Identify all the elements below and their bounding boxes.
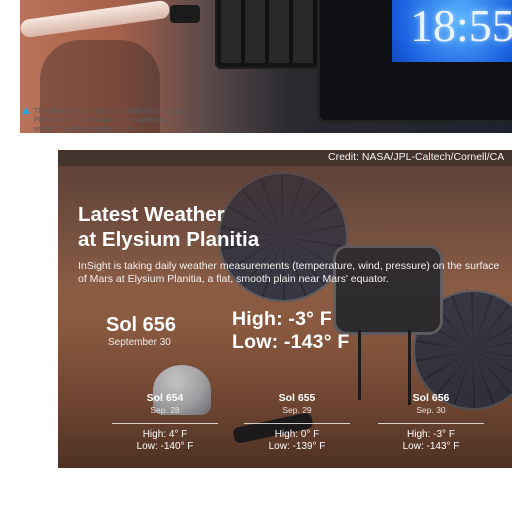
- current-high: High: -3° F: [232, 308, 332, 330]
- sol-card-date: Sep. 29: [282, 405, 312, 415]
- sol-card-sol: Sol 655: [278, 392, 316, 404]
- weather-title: Latest Weather at Elysium Planitia: [78, 202, 338, 252]
- raspberry-pi-display: 18:55: [320, 0, 512, 120]
- current-sol: Sol 656: [106, 314, 177, 336]
- keyboard: [215, 0, 325, 69]
- sol-card-low: Low: -143° F: [402, 441, 460, 452]
- caption-text: The Mars Clock project is adapted from c…: [34, 106, 184, 133]
- sol-card-sol: Sol 654: [146, 392, 184, 404]
- divider: [378, 423, 484, 424]
- sol-card: Sol 654 Sep. 28 High: 4° F Low: -140° F: [106, 392, 224, 453]
- current-low: Low: -143° F: [232, 331, 350, 353]
- sol-card-date: Sep. 30: [416, 405, 446, 415]
- current-date: September 30: [108, 337, 171, 348]
- sol-card-high: High: 0° F: [274, 429, 320, 440]
- sol-card-high: High: -3° F: [407, 429, 455, 440]
- title-line-2: at Elysium Planitia: [78, 228, 260, 251]
- title-line-1: Latest Weather: [78, 203, 225, 226]
- weather-panel: Credit: NASA/JPL-Caltech/Cornell/CA Late…: [58, 150, 512, 468]
- sol-card-sol: Sol 656: [412, 392, 450, 404]
- sol-card: Sol 656 Sep. 30 High: -3° F Low: -143° F: [372, 392, 490, 453]
- caption-triangle-icon: [22, 107, 30, 114]
- divider: [244, 423, 350, 424]
- clock-display: 18:55: [392, 0, 512, 62]
- sol-card: Sol 655 Sep. 29 High: 0° F Low: -139° F: [238, 392, 356, 453]
- mouse: [170, 5, 200, 23]
- weather-description: InSight is taking daily weather measurem…: [78, 260, 500, 285]
- photo-caption: The Mars Clock project is adapted from c…: [22, 106, 197, 133]
- sol-card-low: Low: -140° F: [136, 441, 194, 452]
- sol-card-date: Sep. 28: [150, 405, 180, 415]
- sol-card-high: High: 4° F: [142, 429, 188, 440]
- image-credit: Credit: NASA/JPL-Caltech/Cornell/CA: [328, 151, 505, 163]
- divider: [112, 423, 218, 424]
- cable: [20, 0, 171, 39]
- sol-card-low: Low: -139° F: [268, 441, 326, 452]
